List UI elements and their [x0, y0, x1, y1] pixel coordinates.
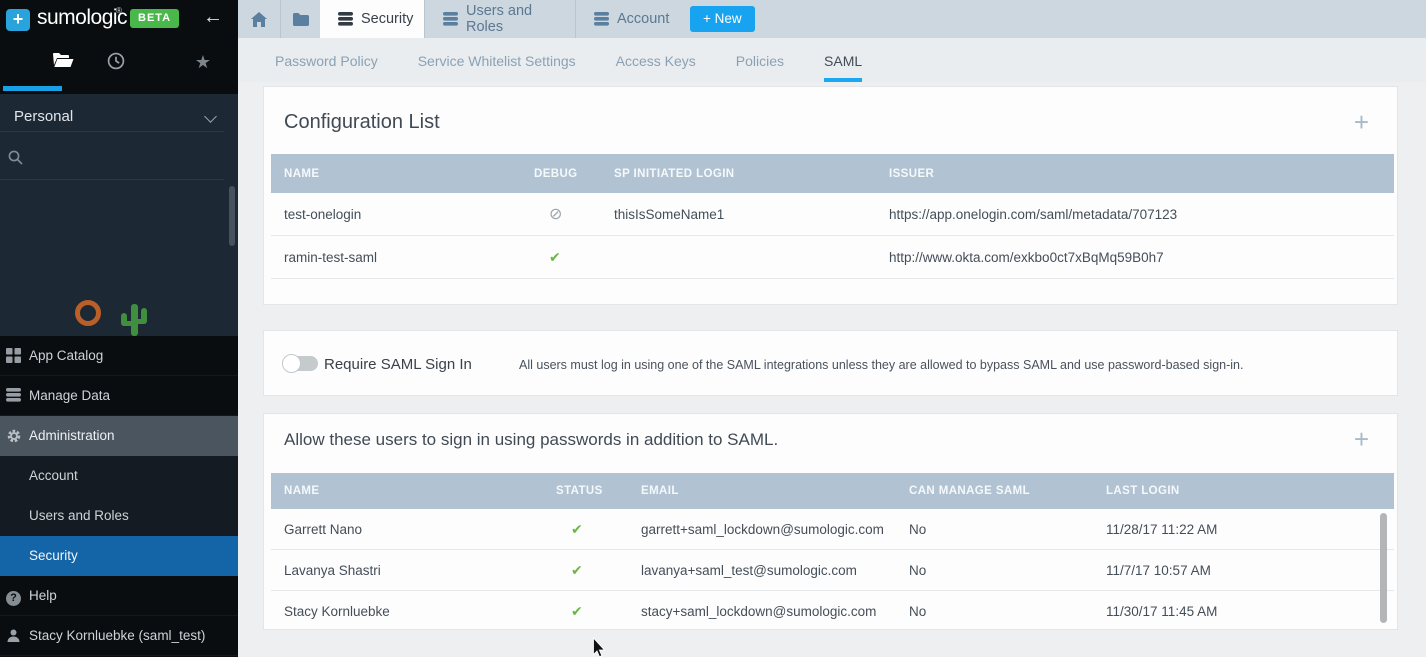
library-panel: Personal: [0, 94, 238, 336]
main-area: Security Users and Roles Account + New P…: [238, 0, 1426, 657]
sidebar-item-user-account[interactable]: Stacy Kornluebke (saml_test): [0, 616, 238, 656]
security-subnav: Password Policy Service Whitelist Settin…: [238, 38, 1426, 82]
require-saml-toggle[interactable]: [284, 356, 318, 371]
configuration-row[interactable]: test-onelogin ⊘ thisIsSomeName1 https://…: [271, 193, 1394, 236]
sidebar-item-security[interactable]: Security: [0, 536, 238, 576]
library-search-input[interactable]: [0, 142, 224, 179]
configuration-list-card: Configuration List + NAME DEBUG SP INITI…: [263, 86, 1398, 305]
folder-tab[interactable]: [282, 0, 320, 38]
new-button[interactable]: + New: [690, 6, 755, 32]
logo-row: + sumologic ® BETA ←: [0, 0, 238, 38]
database-icon: [443, 12, 458, 26]
add-configuration-button[interactable]: +: [1354, 109, 1369, 135]
brand-wordmark: sumologic: [37, 6, 127, 30]
empty-state-sun-illustration: [75, 300, 101, 326]
database-icon: [594, 12, 609, 26]
add-allowed-user-button[interactable]: +: [1354, 426, 1369, 452]
sidebar-scrollbar[interactable]: [229, 186, 235, 246]
home-tab[interactable]: [238, 0, 281, 38]
subnav-password-policy[interactable]: Password Policy: [275, 38, 378, 82]
sidebar-tabs: ★: [0, 38, 238, 94]
check-icon: ✔: [571, 562, 583, 578]
sidebar-item-app-catalog[interactable]: App Catalog: [0, 336, 238, 376]
sidebar-item-account[interactable]: Account: [0, 456, 238, 496]
subnav-service-whitelist-settings[interactable]: Service Whitelist Settings: [418, 38, 576, 82]
tab-account[interactable]: Account: [575, 0, 682, 38]
grid-icon: [6, 348, 22, 364]
collection-selector[interactable]: Personal: [0, 103, 238, 133]
empty-state-cactus-illustration: [120, 304, 148, 336]
collection-label: Personal: [14, 108, 73, 125]
allow-list-card: Allow these users to sign in using passw…: [263, 413, 1398, 630]
toggle-knob: [282, 354, 301, 373]
check-icon: ✔: [549, 249, 561, 265]
sidebar-menu: App Catalog Manage Data Administration A…: [0, 336, 238, 656]
gear-icon: [6, 428, 22, 444]
sidebar-item-help[interactable]: ? Help: [0, 576, 238, 616]
database-icon: [338, 12, 353, 26]
allow-list-title: Allow these users to sign in using passw…: [284, 430, 778, 450]
active-tab-underline: [3, 86, 62, 91]
search-icon: [8, 150, 23, 170]
allowed-user-row[interactable]: Stacy Kornluebke ✔ stacy+saml_lockdown@s…: [271, 591, 1394, 630]
sidebar-item-administration[interactable]: Administration: [0, 416, 238, 456]
divider: [0, 179, 224, 180]
recents-clock-icon[interactable]: [101, 52, 131, 75]
top-tab-bar: Security Users and Roles Account + New: [238, 0, 1426, 38]
allowed-user-row[interactable]: Lavanya Shastri ✔ lavanya+saml_test@sumo…: [271, 550, 1394, 591]
person-icon: [6, 628, 22, 644]
configuration-table-header: NAME DEBUG SP INITIATED LOGIN ISSUER: [271, 154, 1394, 193]
divider: [0, 131, 224, 132]
sidebar-item-manage-data[interactable]: Manage Data: [0, 376, 238, 416]
question-icon: ?: [6, 588, 22, 604]
allow-list-table: NAME STATUS EMAIL CAN MANAGE SAML LAST L…: [271, 473, 1394, 630]
beta-badge: BETA: [130, 9, 179, 28]
app-window: + sumologic ® BETA ← ★ Personal: [0, 0, 1426, 657]
tab-security[interactable]: Security: [320, 0, 424, 38]
sumologic-plus-icon: +: [6, 9, 30, 31]
check-icon: ✔: [571, 603, 583, 619]
sidebar-item-users-and-roles[interactable]: Users and Roles: [0, 496, 238, 536]
configuration-table: NAME DEBUG SP INITIATED LOGIN ISSUER tes…: [271, 154, 1394, 279]
configuration-list-title: Configuration List: [284, 111, 440, 134]
library-folder-icon[interactable]: [48, 52, 78, 73]
require-saml-description: All users must log in using one of the S…: [519, 358, 1243, 372]
favorites-star-icon[interactable]: ★: [188, 52, 218, 73]
require-saml-label: Require SAML Sign In: [324, 356, 472, 373]
allowed-user-row[interactable]: Garrett Nano ✔ garrett+saml_lockdown@sum…: [271, 509, 1394, 550]
allow-list-scrollbar[interactable]: [1380, 513, 1387, 623]
chevron-down-icon: [204, 110, 217, 123]
subnav-access-keys[interactable]: Access Keys: [616, 38, 696, 82]
subnav-policies[interactable]: Policies: [736, 38, 784, 82]
tab-users-and-roles[interactable]: Users and Roles: [424, 0, 575, 38]
subnav-saml[interactable]: SAML: [824, 38, 862, 82]
configuration-row[interactable]: ramin-test-saml ✔ http://www.okta.com/ex…: [271, 236, 1394, 279]
registered-mark: ®: [116, 6, 122, 15]
debug-disabled-icon: ⊘: [549, 206, 562, 223]
collapse-sidebar-icon[interactable]: ←: [203, 6, 223, 29]
allow-list-table-header: NAME STATUS EMAIL CAN MANAGE SAML LAST L…: [271, 473, 1394, 509]
check-icon: ✔: [571, 521, 583, 537]
require-saml-card: Require SAML Sign In All users must log …: [263, 330, 1398, 396]
sidebar: + sumologic ® BETA ← ★ Personal: [0, 0, 238, 657]
database-icon: [6, 388, 22, 404]
